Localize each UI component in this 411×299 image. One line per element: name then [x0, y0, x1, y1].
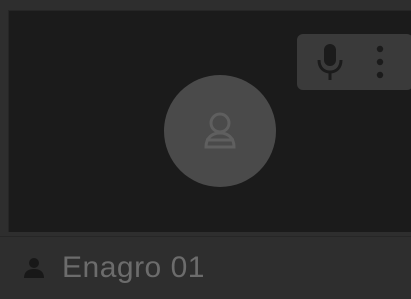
microphone-button[interactable] [308, 40, 352, 84]
more-vertical-icon [376, 45, 384, 79]
participant-tile: Enagro 01 [0, 0, 411, 299]
tile-controls [297, 34, 411, 90]
user-avatar-icon [164, 75, 276, 187]
participant-name-bar: Enagro 01 [0, 236, 411, 299]
person-icon [22, 256, 46, 280]
microphone-icon [317, 44, 343, 80]
participant-name: Enagro 01 [62, 251, 205, 284]
video-area [8, 10, 411, 232]
more-options-button[interactable] [358, 40, 402, 84]
